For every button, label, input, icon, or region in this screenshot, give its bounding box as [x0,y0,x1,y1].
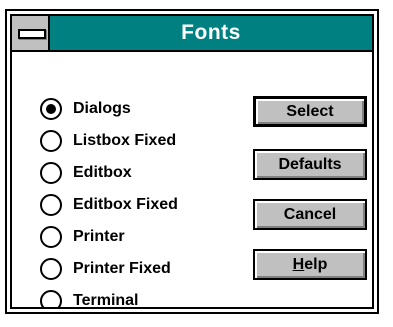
help-button[interactable]: Help [253,249,367,280]
radio-printer[interactable]: Printer [40,224,125,250]
radio-circle-icon[interactable] [40,258,62,280]
system-menu-icon [18,29,46,39]
radio-label: Editbox Fixed [73,196,178,213]
radio-printer-fixed[interactable]: Printer Fixed [40,256,171,282]
radio-label: Printer [73,228,125,245]
radio-label: Listbox Fixed [73,132,177,149]
help-mnemonic: H [292,255,305,273]
radio-label: Printer Fixed [73,260,171,277]
dialog-frame: Fonts Dialogs Listbox Fixed Editbox Edit… [10,14,374,309]
radio-label: Terminal [73,292,139,309]
radio-label: Dialogs [73,100,131,117]
radio-listbox-fixed[interactable]: Listbox Fixed [40,128,176,154]
radio-circle-icon[interactable] [40,98,62,120]
radio-terminal[interactable]: Terminal [40,288,139,309]
radio-editbox[interactable]: Editbox [40,160,132,186]
radio-circle-icon[interactable] [40,290,62,307]
radio-circle-icon[interactable] [40,130,62,152]
radio-label: Editbox [73,164,132,181]
cancel-button[interactable]: Cancel [253,199,367,230]
system-menu-button[interactable] [12,16,50,50]
radio-circle-icon[interactable] [40,226,62,248]
radio-circle-icon[interactable] [40,162,62,184]
radio-circle-icon[interactable] [40,194,62,216]
dialog-title: Fonts [181,21,241,44]
radio-dialogs[interactable]: Dialogs [40,96,131,122]
title-bar[interactable]: Fonts [12,16,372,52]
help-label-rest: elp [304,255,328,273]
fonts-dialog: Fonts Dialogs Listbox Fixed Editbox Edit… [5,9,379,314]
radio-editbox-fixed[interactable]: Editbox Fixed [40,192,178,218]
defaults-button[interactable]: Defaults [253,149,367,180]
select-button[interactable]: Select [253,96,367,127]
